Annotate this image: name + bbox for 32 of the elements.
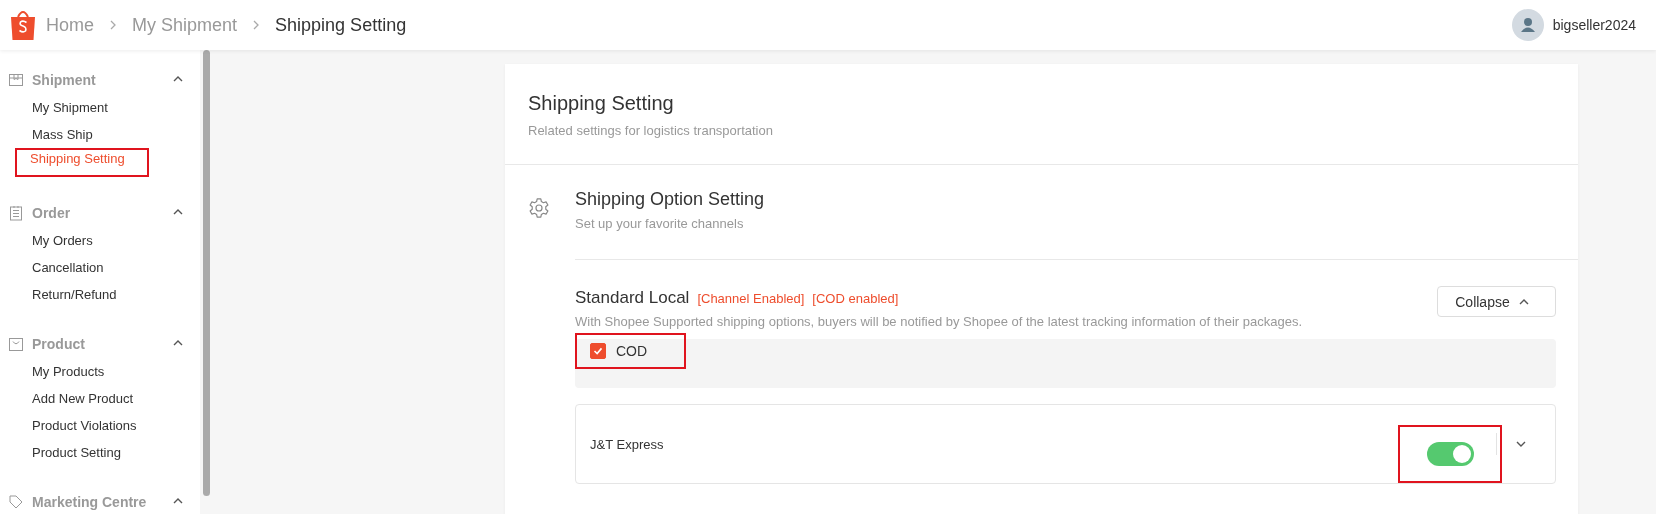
section-title: Shipping Option Setting <box>575 189 766 210</box>
username[interactable]: bigseller2024 <box>1552 17 1636 33</box>
channel-name: J&T Express <box>590 436 665 452</box>
sidebar-item[interactable]: My Orders <box>0 227 200 254</box>
page-title: Shipping Setting <box>528 92 675 115</box>
bag-icon <box>8 336 24 352</box>
clipboard-icon <box>8 205 24 221</box>
chevron-right-icon <box>108 19 118 31</box>
channel-group-description: With Shopee Supported shipping options, buyers will be notified by Shopee of the latest tracking information of their packages. <box>575 314 1303 329</box>
scrollbar[interactable] <box>203 50 210 496</box>
settings-icon <box>528 197 550 219</box>
channel-group-title: Standard Local <box>575 288 690 308</box>
sidebar-item[interactable]: Product Setting <box>0 439 200 466</box>
toggle-switch[interactable] <box>1426 442 1474 466</box>
sidebar-item[interactable]: Shipping Setting <box>15 148 149 177</box>
sidebar-item[interactable]: Cancellation <box>0 254 200 281</box>
shopping-bag-logo[interactable] <box>10 9 36 41</box>
section-subtitle: Set up your favorite channels <box>575 216 745 231</box>
sidebar-item[interactable]: Product Violations <box>0 412 200 439</box>
tag-icon <box>8 494 24 510</box>
sidebar-item[interactable]: My Products <box>0 358 200 385</box>
sidebar-item[interactable]: My Shipment <box>0 94 200 121</box>
page-subtitle: Related settings for logistics transportation <box>528 123 774 138</box>
avatar-icon[interactable] <box>1511 9 1544 41</box>
sidebar-item[interactable]: Add New Product <box>0 385 200 412</box>
collapse-button[interactable]: Collapse <box>1437 286 1556 317</box>
sidebar-item[interactable]: Mass Ship <box>0 121 200 148</box>
box-icon <box>8 72 24 88</box>
sidebar-item[interactable]: Return/Refund <box>0 281 200 308</box>
status-tag: [COD enabled] <box>812 291 899 306</box>
status-tag: [Channel Enabled] <box>697 291 805 306</box>
cod-checkbox[interactable]: COD <box>575 333 686 369</box>
